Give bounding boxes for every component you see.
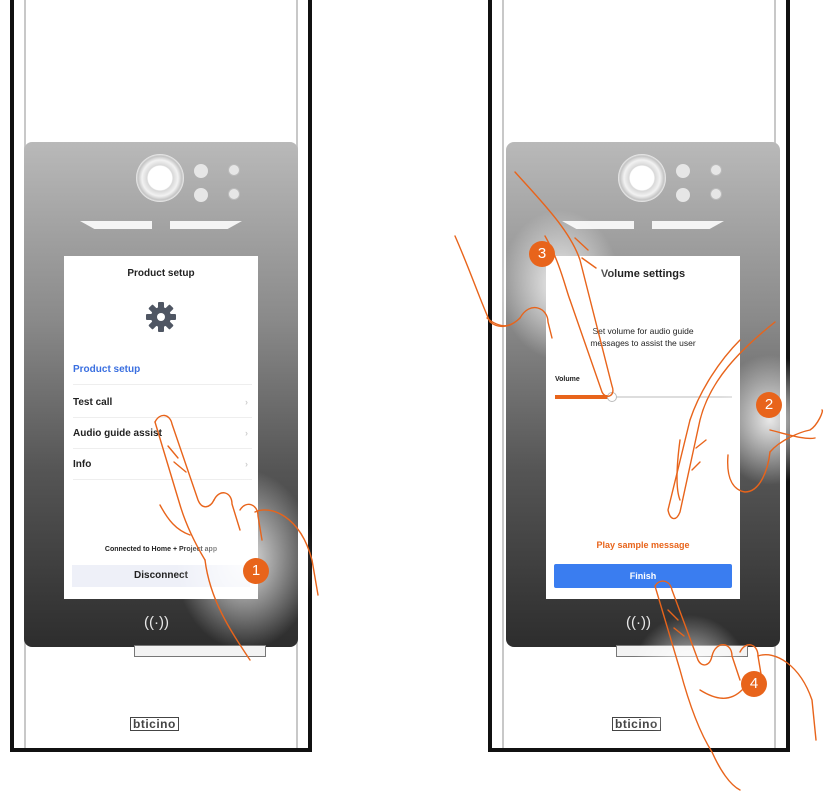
step-badge: 4 [741,671,767,697]
hand-gesture-illustrations [154,171,824,791]
hand-glow [175,470,315,650]
step-badge: 3 [529,241,555,267]
hand-glow [630,615,750,745]
hand-glow [500,210,620,360]
step-badge: 1 [243,558,269,584]
hand-glow [715,355,824,485]
step-badge: 2 [756,392,782,418]
